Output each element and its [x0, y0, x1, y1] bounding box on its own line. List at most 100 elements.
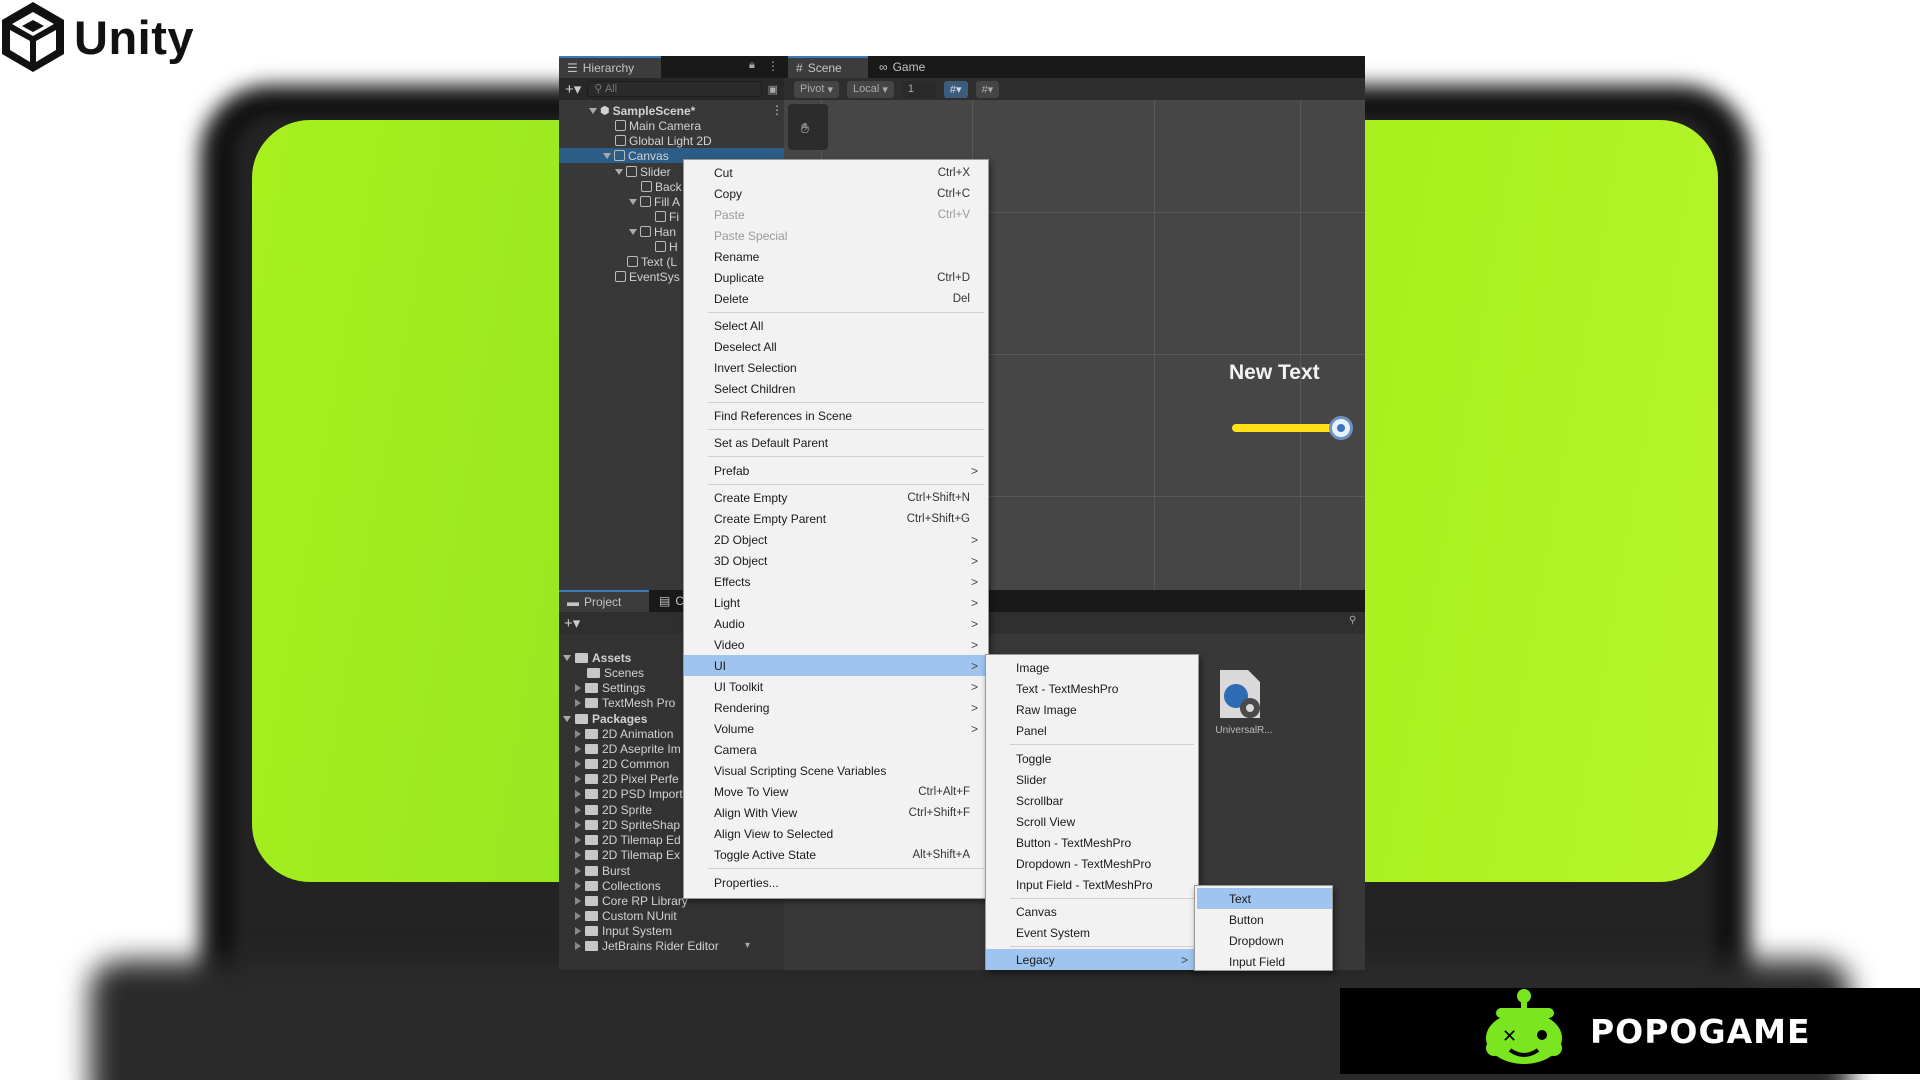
tree-item-background[interactable]: Back [641, 179, 682, 194]
tree-item-main-camera[interactable]: Main Camera [615, 118, 701, 133]
tree-item-fill-area[interactable]: Fill A [629, 194, 680, 209]
project-item-package[interactable]: 2D PSD Import [575, 786, 683, 801]
scene-slider-fill[interactable] [1232, 424, 1339, 432]
menu-item-deselect-all[interactable]: Deselect All [684, 336, 988, 357]
scene-visibility-icon[interactable]: ▣ [768, 83, 778, 96]
local-dropdown[interactable]: Local ▾ [847, 80, 894, 98]
project-item-package[interactable]: Collections [575, 878, 661, 893]
project-item-textmesh-pro[interactable]: TextMesh Pro [575, 695, 675, 710]
snap-increment-button[interactable]: #▾ [975, 80, 1000, 98]
grid-snap-button[interactable]: #▾ [943, 80, 968, 98]
project-item-scenes[interactable]: Scenes [587, 665, 644, 680]
menu-item-create-empty-parent[interactable]: Create Empty Parent Ctrl+Shift+G [684, 508, 988, 529]
ui-item-canvas[interactable]: Canvas [986, 901, 1198, 922]
expand-arrow-icon[interactable] [603, 152, 611, 159]
ui-item-legacy[interactable]: Legacy > [986, 949, 1198, 970]
collapse-arrow-icon[interactable] [575, 744, 581, 753]
menu-item-light[interactable]: Light > [684, 592, 988, 613]
menu-item-audio[interactable]: Audio > [684, 613, 988, 634]
add-icon[interactable]: +▾ [564, 614, 580, 632]
ui-item-toggle[interactable]: Toggle [986, 748, 1198, 769]
legacy-item-button[interactable]: Button [1195, 909, 1332, 930]
tab-game[interactable]: ∞ Game [871, 56, 951, 78]
hierarchy-search-input[interactable]: ⚲ All [587, 81, 762, 97]
menu-item-rename[interactable]: Rename [684, 246, 988, 267]
menu-item-invert-selection[interactable]: Invert Selection [684, 357, 988, 378]
menu-item-ui[interactable]: UI > [684, 655, 988, 676]
project-item-package[interactable]: 2D Common [575, 756, 669, 771]
render-pipeline-asset-icon[interactable] [1214, 666, 1266, 722]
hierarchy-menu-icon[interactable]: ⋮ [767, 59, 779, 73]
project-item-settings[interactable]: Settings [575, 680, 645, 695]
tree-item-samplescene[interactable]: ⬢ SampleScene* [589, 103, 695, 118]
collapse-arrow-icon[interactable] [575, 866, 581, 875]
project-item-package[interactable]: 2D SpriteShap [575, 817, 680, 832]
project-item-assets[interactable]: Assets [563, 650, 631, 665]
grid-size-input[interactable]: 1 [901, 80, 936, 98]
menu-item-2d-object[interactable]: 2D Object > [684, 529, 988, 550]
tree-item-slider[interactable]: Slider [615, 164, 671, 179]
expand-arrow-icon[interactable] [629, 228, 637, 235]
collapse-arrow-icon[interactable] [575, 911, 581, 920]
legacy-item-text[interactable]: Text [1197, 888, 1332, 909]
menu-item-select-all[interactable]: Select All [684, 315, 988, 336]
pivot-dropdown[interactable]: Pivot ▾ [794, 80, 840, 98]
tab-scene[interactable]: # Scene [788, 56, 868, 78]
menu-item-3d-object[interactable]: 3D Object > [684, 550, 988, 571]
ui-item-panel[interactable]: Panel [986, 720, 1198, 741]
collapse-arrow-icon[interactable] [575, 683, 581, 692]
expand-arrow-icon[interactable] [563, 654, 571, 661]
project-item-packages[interactable]: Packages [563, 711, 647, 726]
ui-item-event-system[interactable]: Event System [986, 922, 1198, 943]
ui-item-input-field-tmp[interactable]: Input Field - TextMeshPro [986, 874, 1198, 895]
scene-menu-icon[interactable]: ⋮ [771, 103, 783, 117]
tab-hierarchy[interactable]: ☰ Hierarchy [559, 56, 661, 78]
ui-item-image[interactable]: Image [986, 657, 1198, 678]
collapse-arrow-icon[interactable] [575, 820, 581, 829]
menu-item-effects[interactable]: Effects > [684, 571, 988, 592]
collapse-arrow-icon[interactable] [575, 759, 581, 768]
menu-item-delete[interactable]: Delete Del [684, 288, 988, 309]
project-item-package[interactable]: Input System [575, 923, 672, 938]
menu-item-visual-scripting[interactable]: Visual Scripting Scene Variables [684, 760, 988, 781]
collapse-arrow-icon[interactable] [575, 805, 581, 814]
menu-item-cut[interactable]: Cut Ctrl+X [684, 162, 988, 183]
collapse-arrow-icon[interactable] [575, 850, 581, 859]
scene-slider-handle[interactable] [1329, 416, 1353, 440]
legacy-item-input-field[interactable]: Input Field [1195, 951, 1332, 972]
scene-text-object[interactable]: New Text [1229, 361, 1320, 385]
project-item-package[interactable]: 2D Tilemap Ed [575, 832, 681, 847]
collapse-arrow-icon[interactable] [575, 881, 581, 890]
ui-item-raw-image[interactable]: Raw Image [986, 699, 1198, 720]
menu-item-find-references[interactable]: Find References in Scene [684, 405, 988, 426]
hand-tool-icon[interactable]: ✋︎ [801, 120, 809, 137]
ui-item-text-tmp[interactable]: Text - TextMeshPro [986, 678, 1198, 699]
collapse-arrow-icon[interactable] [575, 896, 581, 905]
menu-item-align-view-to-selected[interactable]: Align View to Selected [684, 823, 988, 844]
menu-item-volume[interactable]: Volume > [684, 718, 988, 739]
project-item-package[interactable]: 2D Animation [575, 726, 673, 741]
tree-item-fill[interactable]: Fi [655, 209, 679, 224]
menu-item-properties[interactable]: Properties... [684, 872, 988, 893]
menu-item-move-to-view[interactable]: Move To View Ctrl+Alt+F [684, 781, 988, 802]
tree-item-handle-area[interactable]: Han [629, 224, 676, 239]
legacy-item-dropdown[interactable]: Dropdown [1195, 930, 1332, 951]
collapse-arrow-icon[interactable] [575, 698, 581, 707]
project-item-package[interactable]: 2D Aseprite Im [575, 741, 681, 756]
expand-arrow-icon[interactable] [629, 198, 637, 205]
collapse-arrow-icon[interactable] [575, 774, 581, 783]
project-item-package[interactable]: JetBrains Rider Editor [575, 938, 719, 953]
ui-item-scroll-view[interactable]: Scroll View [986, 811, 1198, 832]
menu-item-duplicate[interactable]: Duplicate Ctrl+D [684, 267, 988, 288]
menu-item-select-children[interactable]: Select Children [684, 378, 988, 399]
expand-arrow-icon[interactable] [615, 168, 623, 175]
menu-item-set-default-parent[interactable]: Set as Default Parent [684, 432, 988, 453]
tab-project[interactable]: ▬ Project [559, 590, 649, 612]
menu-item-copy[interactable]: Copy Ctrl+C [684, 183, 988, 204]
project-item-package[interactable]: 2D Pixel Perfe [575, 771, 679, 786]
ui-item-dropdown-tmp[interactable]: Dropdown - TextMeshPro [986, 853, 1198, 874]
menu-item-toggle-active[interactable]: Toggle Active State Alt+Shift+A [684, 844, 988, 865]
ui-item-button-tmp[interactable]: Button - TextMeshPro [986, 832, 1198, 853]
menu-item-rendering[interactable]: Rendering > [684, 697, 988, 718]
collapse-arrow-icon[interactable] [575, 789, 581, 798]
